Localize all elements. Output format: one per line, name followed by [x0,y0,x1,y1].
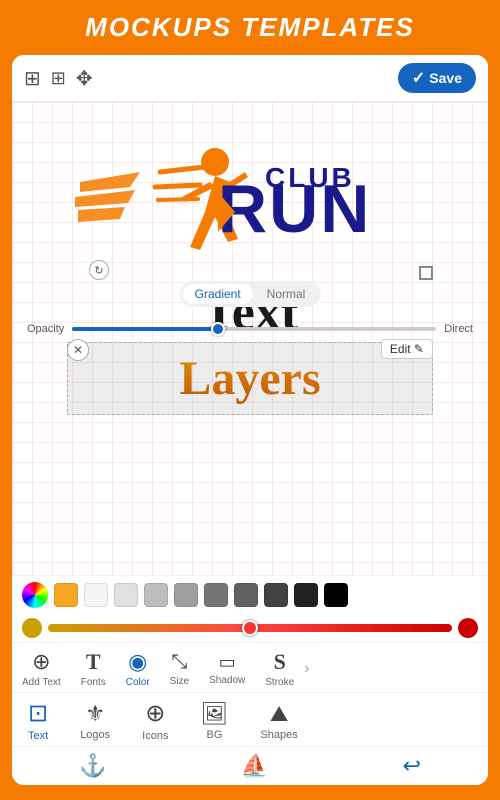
canvas-layers-text: Layers [80,351,420,406]
move-icon[interactable]: ✥ [76,66,93,91]
bottom-nav: ⊡ Text ⚜ Logos ⊕ Icons 🖼 BG ⛰ Shapes [12,692,488,746]
logo-area: CLUB RUN [42,117,458,282]
fonts-label: Fonts [81,677,106,688]
tool-color[interactable]: ◉ Color [116,649,160,688]
color-end-dot[interactable] [458,618,478,638]
main-card: ⊞ ⊞ ✥ ✓ Save [12,55,488,785]
opacity-row: Opacity Direct [27,323,473,335]
style-tabs: Gradient Normal [180,281,321,307]
color-swatch-5[interactable] [234,583,258,607]
footer-bar: ⚓ ⛵ ↩ [12,746,488,785]
shadow-label: Shadow [209,675,245,686]
undo-icon[interactable]: ↩ [402,753,420,779]
color-slider[interactable] [48,624,452,632]
color-swatch-8[interactable] [324,583,348,607]
color-label: Color [126,677,150,688]
nav-shapes[interactable]: ⛰ Shapes [244,701,313,741]
add-text-label: Add Text [22,677,61,688]
canvas-area: CLUB RUN Text Layers Edit ✎ ✕ ↻ Gradien [12,102,488,575]
direct-label: Direct [444,323,473,335]
normal-tab[interactable]: Normal [255,284,318,304]
save-button[interactable]: ✓ Save [398,63,476,93]
check-icon: ✓ [412,68,425,88]
color-icon: ◉ [128,649,147,675]
color-start-dot[interactable] [22,618,42,638]
icons-nav-label: Icons [142,730,168,742]
canvas-toolbar: ⊞ ⊞ ✥ ✓ Save [12,55,488,102]
color-swatch-7[interactable] [294,583,318,607]
header: MOCKUPS TEMPLATES [0,0,500,55]
tool-add-text[interactable]: ⊕ Add Text [12,649,71,688]
bg-nav-label: BG [206,729,222,741]
size-label: Size [170,676,189,687]
nav-bg[interactable]: 🖼 BG [184,701,244,741]
resize-handle[interactable] [419,266,433,280]
logos-nav-label: Logos [80,729,110,741]
rotate-handle[interactable]: ↻ [89,260,109,280]
color-swatch-4[interactable] [204,583,228,607]
color-wheel[interactable] [22,582,48,608]
text-nav-icon: ⊡ [28,699,48,728]
bg-nav-icon: 🖼 [200,701,228,727]
opacity-label: Opacity [27,323,64,335]
stroke-label: Stroke [265,677,294,688]
color-slider-thumb[interactable] [242,620,258,636]
gradient-tab[interactable]: Gradient [183,284,253,304]
tool-stroke[interactable]: S Stroke [255,649,304,688]
opacity-slider[interactable] [72,327,436,331]
logos-nav-icon: ⚜ [85,701,105,727]
header-title: MOCKUPS TEMPLATES [85,12,415,43]
svg-text:RUN: RUN [218,171,371,247]
text-nav-label: Text [28,730,48,742]
stroke-icon: S [274,649,286,675]
nav-text[interactable]: ⊡ Text [12,699,64,742]
fonts-icon: T [86,649,101,675]
color-palette [12,575,488,614]
shadow-icon: ▭ [219,652,236,673]
tool-size[interactable]: ⤡ Size [160,651,199,687]
edit-button[interactable]: Edit ✎ [381,339,433,359]
anchor-icon[interactable]: ⚓ [79,753,106,779]
nav-logos[interactable]: ⚜ Logos [64,701,126,741]
ship-icon[interactable]: ⛵ [241,753,268,779]
grid-icon[interactable]: ⊞ [51,68,66,89]
layers-selection-box[interactable]: Layers [67,342,433,415]
bottom-toolbar: ⊕ Add Text T Fonts ◉ Color ⤡ Size ▭ Shad… [12,642,488,692]
size-icon: ⤡ [171,651,187,674]
tool-shadow[interactable]: ▭ Shadow [199,652,255,686]
add-text-icon: ⊕ [32,649,50,675]
nav-icons[interactable]: ⊕ Icons [126,699,184,742]
club-run-logo: CLUB RUN [70,117,430,282]
color-swatch-2[interactable] [144,583,168,607]
icons-nav-icon: ⊕ [145,699,165,728]
opacity-slider-thumb[interactable] [211,322,225,336]
tool-fonts[interactable]: T Fonts [71,649,116,688]
layers-icon[interactable]: ⊞ [24,66,41,91]
color-swatch-3[interactable] [174,583,198,607]
color-swatch-1[interactable] [114,583,138,607]
color-swatch-0[interactable] [84,583,108,607]
shapes-nav-label: Shapes [260,729,297,741]
close-selection-button[interactable]: ✕ [67,339,89,361]
color-swatch-6[interactable] [264,583,288,607]
color-swatch-orange[interactable] [54,583,78,607]
shapes-nav-icon: ⛰ [270,701,288,727]
color-slider-row [12,614,488,642]
